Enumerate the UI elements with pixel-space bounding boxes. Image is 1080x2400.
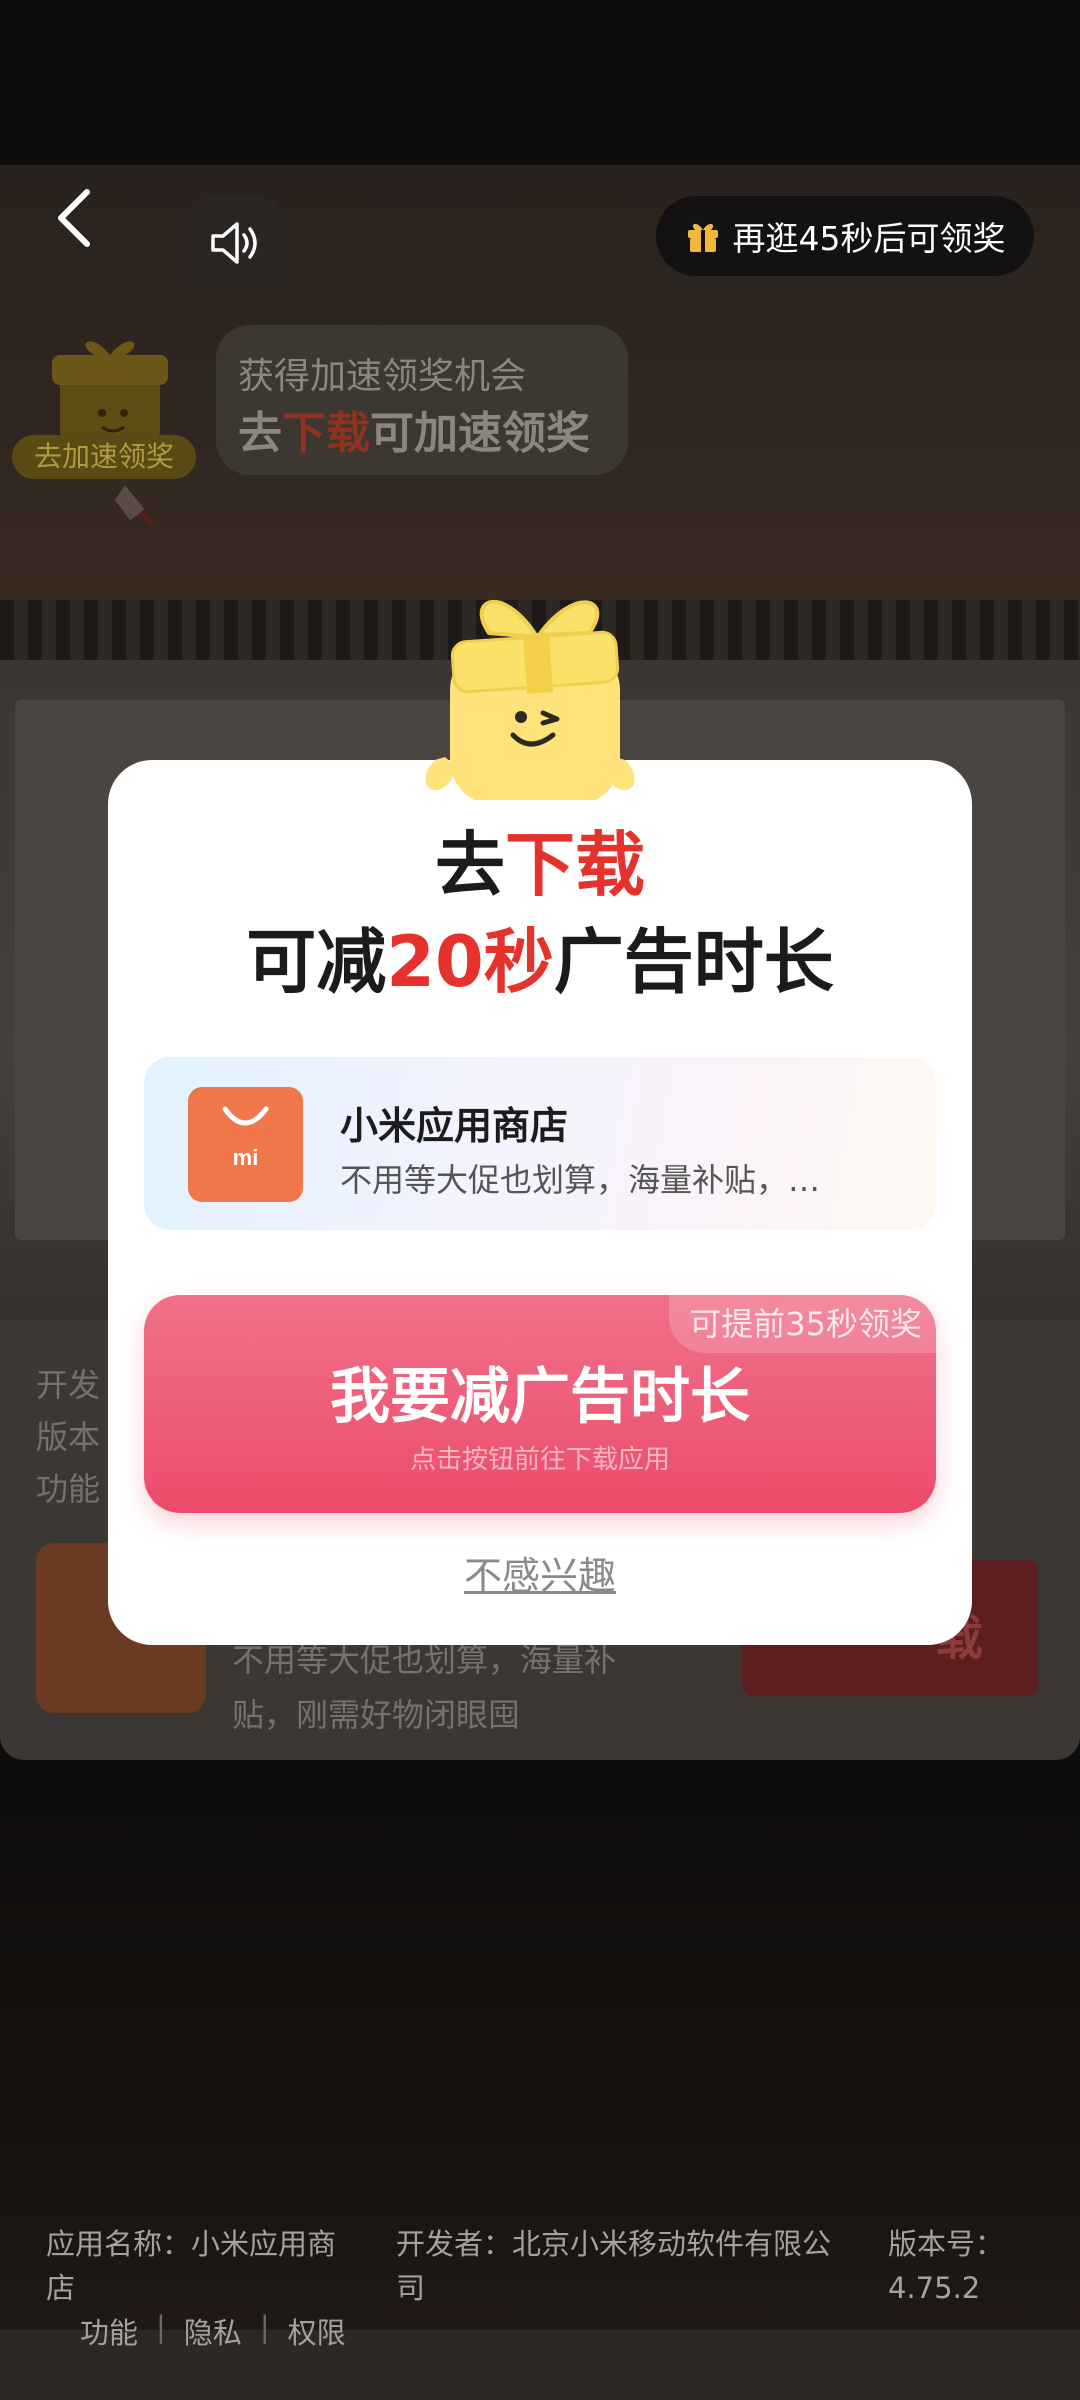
back-button[interactable]	[55, 188, 115, 258]
speaker-icon	[211, 222, 257, 264]
modal-title-line2: 可减20秒广告时长	[246, 921, 834, 1003]
footer-version: 版本号：4.75.2	[888, 2227, 1005, 2305]
footer-links: 功能 | 隐私 | 权限	[80, 2310, 346, 2352]
footer-divider: |	[156, 2310, 166, 2344]
background-card-text: 开发	[36, 1366, 101, 1404]
speedup-bubble: 获得加速领奖机会 去下载可加速领奖	[216, 325, 628, 475]
footer-app-name: 应用名称：小米应用商店	[46, 2227, 337, 2305]
speedup-mascot-label[interactable]: 去加速领奖	[12, 435, 196, 479]
app-store-icon: mi	[188, 1087, 303, 1202]
footer-divider: |	[259, 2310, 270, 2344]
footer-link-permissions[interactable]: 权限	[288, 2310, 346, 2352]
background-card-text: 版本	[36, 1418, 101, 1456]
reward-timer-pill: 再逛45秒后可领奖	[656, 196, 1034, 276]
reward-timer-text: 再逛45秒后可领奖	[732, 219, 1006, 258]
footer-link-privacy[interactable]: 隐私	[184, 2310, 242, 2352]
reduce-ad-time-button[interactable]: 可提前35秒领奖 我要减广告时长 点击按钮前往下载应用	[144, 1295, 936, 1513]
app-info-card[interactable]: mi 小米应用商店 不用等大促也划算，海量补贴，…	[144, 1057, 936, 1230]
footer-link-features[interactable]: 功能	[80, 2310, 138, 2352]
app-name: 小米应用商店	[340, 1104, 569, 1148]
download-promo-modal: 去下载 可减20秒广告时长 mi 小米应用商店 不用等大促也划算，海量补贴，… …	[108, 760, 972, 1645]
cta-label: 我要减广告时长	[330, 1362, 750, 1432]
back-arrow-icon	[58, 189, 90, 247]
app-icon-text: mi	[233, 1145, 259, 1170]
cta-sublabel: 点击按钮前往下载应用	[409, 1445, 670, 1475]
app-description: 不用等大促也划算，海量补贴，…	[340, 1161, 821, 1199]
sound-toggle-button[interactable]	[190, 198, 280, 288]
gift-icon	[687, 223, 718, 252]
footer-developer: 开发者：北京小米移动软件有限公司	[396, 2227, 832, 2305]
gift-box-mascot	[405, 585, 665, 805]
modal-title-line1: 去下载	[435, 824, 645, 906]
early-reward-badge: 可提前35秒领奖	[669, 1295, 936, 1353]
speedup-line2: 去下载可加速领奖	[238, 408, 590, 459]
not-interested-link[interactable]: 不感兴趣	[108, 1545, 972, 1600]
background-card-desc: 贴，刚需好物闭眼囤	[232, 1696, 521, 1734]
background-card-text: 功能	[36, 1470, 101, 1508]
speedup-line1: 获得加速领奖机会	[238, 356, 527, 397]
